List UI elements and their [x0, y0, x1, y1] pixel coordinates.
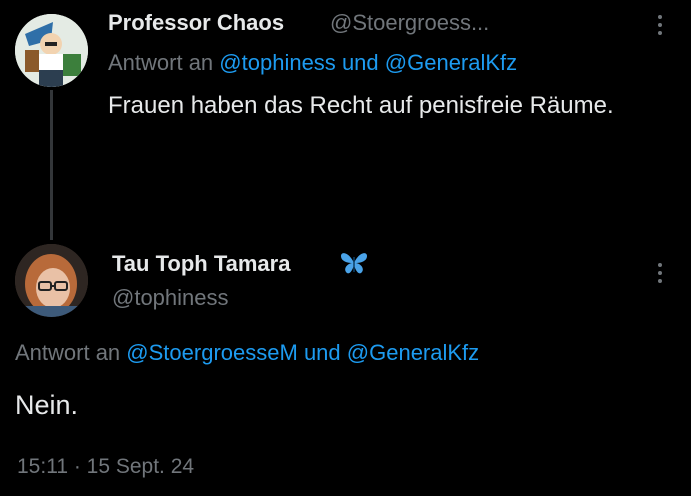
- reply-prefix: Antwort an: [15, 340, 121, 365]
- author-handle[interactable]: @tophiness: [112, 285, 229, 311]
- reply-joiner: und: [341, 50, 379, 75]
- reply-context: Antwort an @tophiness und @GeneralKfz: [108, 50, 517, 76]
- author-display-name[interactable]: Professor Chaos: [108, 10, 284, 36]
- mention-link[interactable]: @StoergroesseM: [126, 340, 298, 365]
- tweet-text: Nein.: [15, 390, 79, 420]
- profile-photo-avatar: [15, 244, 88, 317]
- more-options-icon[interactable]: [656, 263, 664, 287]
- author-display-name[interactable]: Tau Toph Tamara: [112, 251, 290, 277]
- butterfly-icon: [339, 250, 369, 281]
- cartoon-avatar-icon: [15, 14, 88, 87]
- reply-prefix: Antwort an: [108, 50, 214, 75]
- avatar[interactable]: [15, 14, 88, 87]
- avatar[interactable]: [15, 244, 88, 317]
- reply-context: Antwort an @StoergroesseM und @GeneralKf…: [15, 340, 479, 366]
- thread-connector-line: [50, 90, 53, 240]
- mention-link[interactable]: @GeneralKfz: [347, 340, 479, 365]
- mention-link[interactable]: @GeneralKfz: [385, 50, 517, 75]
- more-options-icon[interactable]: [656, 15, 664, 39]
- reply-joiner: und: [303, 340, 341, 365]
- author-handle[interactable]: @Stoergroess...: [330, 10, 489, 36]
- mention-link[interactable]: @tophiness: [219, 50, 336, 75]
- tweet-text: Frauen haben das Recht auf penisfreie Rä…: [108, 92, 614, 119]
- tweet-timestamp[interactable]: 15:11 · 15 Sept. 24: [17, 455, 194, 479]
